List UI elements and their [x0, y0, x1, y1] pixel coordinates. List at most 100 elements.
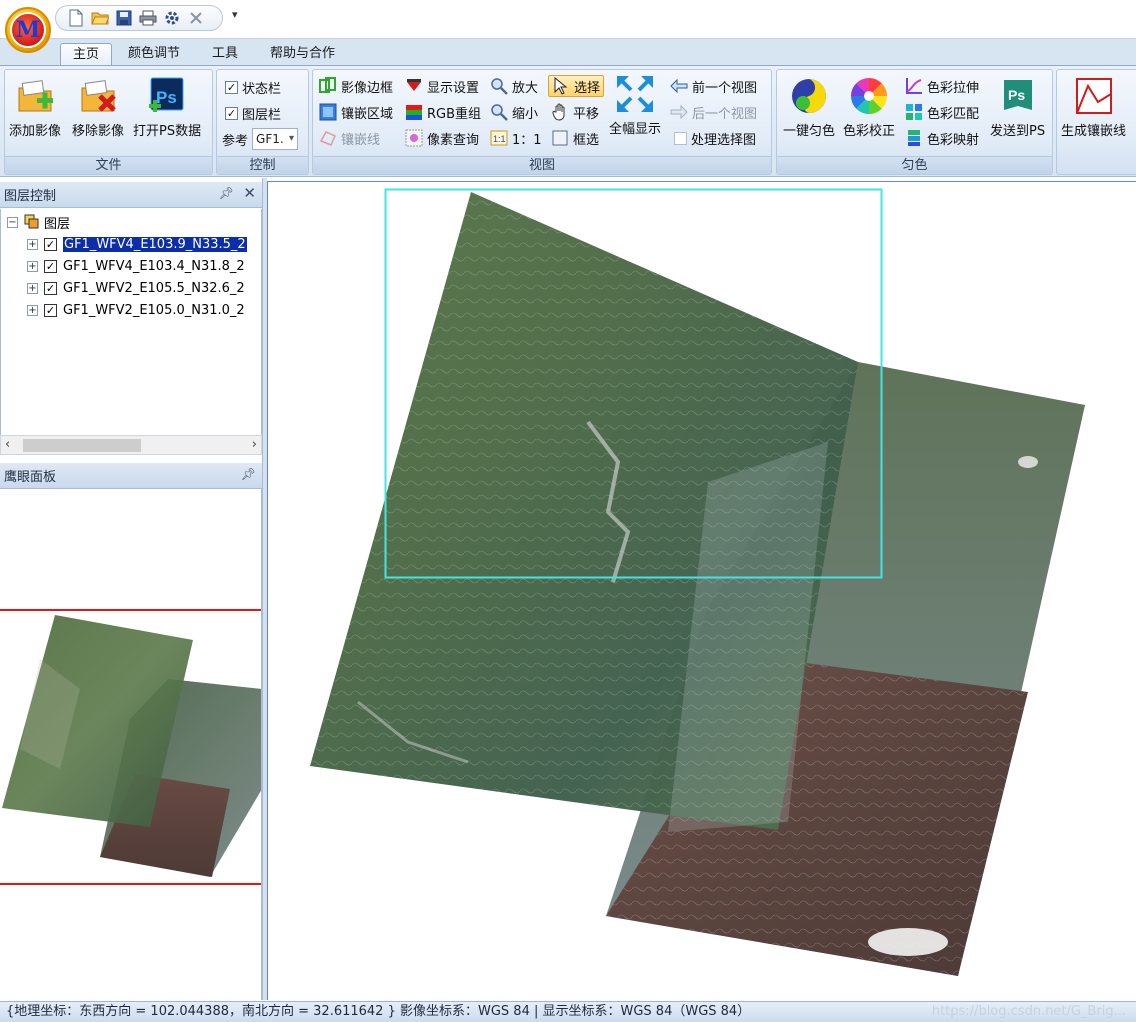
layer-item[interactable]: + ✓ GF1_WFV2_E105.5_N32.6_2 — [27, 278, 245, 298]
expand-icon[interactable]: + — [27, 260, 38, 272]
display-settings-label: 显示设置 — [427, 80, 480, 96]
zoom-in-button[interactable]: 放大 — [490, 75, 538, 97]
pan-tool-label: 平移 — [573, 106, 600, 122]
expand-icon[interactable]: + — [27, 282, 38, 294]
remove-image-button[interactable]: 移除影像 — [72, 76, 124, 139]
layer-checkbox[interactable]: ✓ — [44, 259, 57, 273]
pixel-query-icon — [405, 129, 423, 147]
open-ps-button[interactable]: Ps 打开PS数据 — [133, 76, 201, 139]
generate-mosaic-line-label: 生成镶嵌线 — [1061, 124, 1127, 139]
scroll-left-icon[interactable]: ‹ — [5, 437, 10, 452]
layer-label[interactable]: GF1_WFV4_E103.4_N31.8_2 — [63, 259, 245, 274]
status-text: {地理坐标：东西方向 = 102.044388，南北方向 = 32.611642… — [6, 1004, 751, 1019]
mosaic-line-button[interactable]: 镶嵌线 — [319, 127, 380, 149]
tree-root[interactable]: − 图层 — [7, 212, 70, 232]
reference-select[interactable]: GF1. — [252, 128, 299, 150]
process-selection-checkbox[interactable] — [674, 131, 687, 145]
layer-horizontal-scrollbar[interactable]: ‹ › — [0, 435, 262, 455]
expand-icon[interactable]: + — [27, 238, 38, 250]
open-folder-icon[interactable] — [90, 8, 110, 28]
close-panel-icon[interactable]: ✕ — [243, 184, 256, 202]
layer-label[interactable]: GF1_WFV2_E105.5_N32.6_2 — [63, 281, 245, 296]
group-view: 影像边框 镶嵌区域 镶嵌线 显示设置 RGB重组 像素查询 放大 缩小 1:1 … — [312, 69, 772, 175]
box-select-button[interactable]: 框选 — [551, 127, 599, 149]
customize-quick-access-button[interactable]: ▾ — [232, 8, 238, 21]
image-border-button[interactable]: 影像边框 — [319, 75, 393, 97]
layer-item[interactable]: + ✓ GF1_WFV4_E103.4_N31.8_2 — [27, 256, 245, 276]
layer-checkbox[interactable]: ✓ — [44, 281, 57, 295]
collapse-icon[interactable]: − — [7, 216, 18, 228]
statusbar-label: 状态栏 — [242, 81, 282, 97]
mosaic-line-generate-icon — [1075, 78, 1112, 114]
pixel-query-button[interactable]: 像素查询 — [405, 127, 479, 149]
app-logo-button[interactable]: M — [5, 7, 51, 53]
group-view-label: 视图 — [313, 156, 771, 174]
next-view-label: 后一个视图 — [692, 106, 758, 122]
remove-image-icon — [81, 80, 116, 112]
pin-icon[interactable]: 📌︎ — [241, 467, 256, 481]
map-canvas[interactable] — [267, 181, 1136, 1000]
process-selection-button[interactable]: 处理选择图 — [674, 127, 756, 149]
select-tool-button[interactable]: 选择 — [548, 75, 605, 97]
layer-label[interactable]: GF1_WFV4_E103.9_N33.5_2 — [63, 236, 247, 252]
scroll-right-icon[interactable]: › — [252, 437, 257, 452]
layerbar-toggle[interactable]: ✓ 图层栏 — [225, 102, 281, 124]
mosaic-area-button[interactable]: 镶嵌区域 — [319, 101, 393, 123]
one-to-one-icon: 1:1 — [490, 130, 508, 146]
statusbar-toggle[interactable]: ✓ 状态栏 — [225, 76, 281, 98]
color-stretch-button[interactable]: 色彩拉伸 — [905, 75, 979, 97]
layer-item[interactable]: + ✓ GF1_WFV4_E103.9_N33.5_2 — [27, 234, 247, 254]
full-extent-icon — [617, 76, 653, 112]
print-icon[interactable] — [138, 8, 158, 28]
display-settings-button[interactable]: 显示设置 — [405, 75, 479, 97]
eagle-eye-overview[interactable] — [0, 489, 262, 1000]
pin-icon[interactable]: 📌︎ — [219, 186, 234, 200]
reference-select-row: 参考 GF1. — [222, 128, 299, 150]
next-view-button[interactable]: 后一个视图 — [670, 101, 757, 123]
pan-tool-button[interactable]: 平移 — [551, 101, 599, 123]
tab-help[interactable]: 帮助与合作 — [258, 43, 347, 67]
one-key-color-icon — [792, 79, 826, 113]
color-wheel-icon — [851, 78, 887, 114]
color-match-icon — [906, 104, 922, 120]
app-logo-letter: M — [10, 12, 46, 48]
layer-checkbox[interactable]: ✓ — [44, 303, 57, 317]
zoom-out-button[interactable]: 缩小 — [490, 101, 538, 123]
previous-view-label: 前一个视图 — [692, 80, 758, 96]
hand-icon — [552, 103, 565, 121]
full-extent-button[interactable]: 全幅显示 — [609, 74, 661, 137]
tab-color-adjust[interactable]: 颜色调节 — [116, 43, 192, 67]
close-icon[interactable] — [186, 8, 206, 28]
layer-label[interactable]: GF1_WFV2_E105.0_N31.0_2 — [63, 303, 245, 318]
send-to-ps-button[interactable]: Ps 发送到PS — [990, 76, 1045, 139]
add-image-button[interactable]: 添加影像 — [9, 76, 61, 139]
group-file-label: 文件 — [5, 156, 212, 174]
one-key-color-label: 一键匀色 — [783, 124, 836, 139]
scrollbar-thumb[interactable] — [23, 439, 141, 452]
color-mapping-button[interactable]: 色彩映射 — [905, 127, 979, 149]
color-match-button[interactable]: 色彩匹配 — [905, 101, 979, 123]
layerbar-checkbox[interactable]: ✓ — [225, 106, 238, 120]
layer-item[interactable]: + ✓ GF1_WFV2_E105.0_N31.0_2 — [27, 300, 245, 320]
rgb-recombine-button[interactable]: RGB重组 — [405, 101, 481, 123]
tab-home[interactable]: 主页 — [60, 43, 113, 67]
color-stretch-label: 色彩拉伸 — [927, 80, 980, 96]
statusbar-checkbox[interactable]: ✓ — [225, 80, 238, 94]
new-file-icon[interactable] — [66, 8, 86, 28]
color-correction-button[interactable]: 色彩校正 — [843, 76, 895, 139]
layer-checkbox[interactable]: ✓ — [44, 237, 57, 251]
save-icon[interactable] — [114, 8, 134, 28]
title-bar: M ▾ — [0, 0, 1136, 53]
display-settings-icon — [407, 79, 421, 91]
expand-icon[interactable]: + — [27, 304, 38, 316]
one-key-color-button[interactable]: 一键匀色 — [783, 76, 835, 139]
layer-panel-title: 图层控制 — [4, 189, 57, 204]
settings-icon[interactable] — [162, 8, 182, 28]
generate-mosaic-line-button[interactable]: 生成镶嵌线 — [1061, 76, 1126, 139]
one-to-one-button[interactable]: 1:1 1：1 — [490, 127, 542, 149]
previous-view-button[interactable]: 前一个视图 — [670, 75, 757, 97]
one-to-one-label: 1：1 — [512, 132, 542, 148]
tab-tools[interactable]: 工具 — [200, 43, 250, 67]
cloud — [868, 928, 948, 956]
box-select-label: 框选 — [573, 132, 600, 148]
